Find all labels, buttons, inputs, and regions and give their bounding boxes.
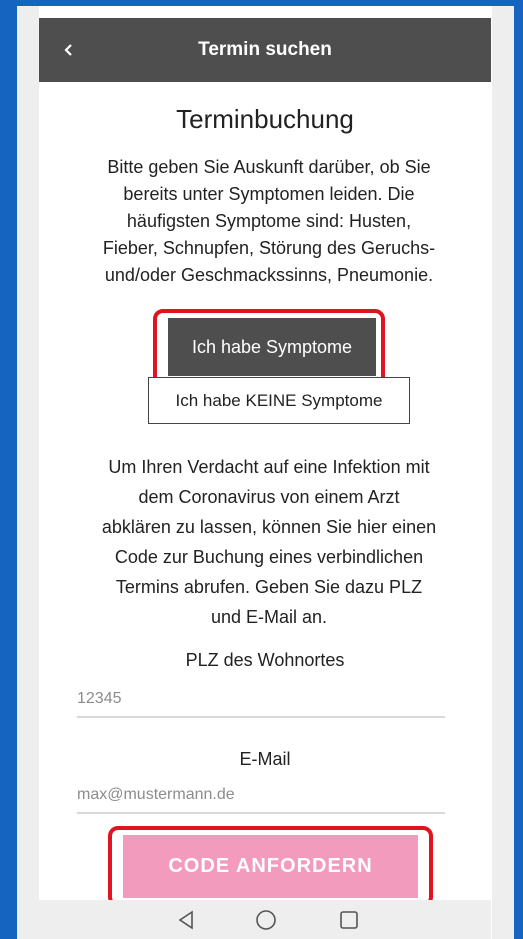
triangle-back-icon xyxy=(178,910,193,930)
intro-line: bereits unter Symptomen leiden. Die xyxy=(123,184,415,204)
explain-line: dem Coronavirus von einem Arzt xyxy=(138,487,400,507)
page-title: Termin suchen xyxy=(198,39,332,60)
right-gutter xyxy=(492,6,514,939)
square-recents-icon xyxy=(340,911,358,929)
nav-home-button[interactable] xyxy=(251,906,281,934)
explain-line: abklären zu lassen, können Sie hier eine… xyxy=(101,517,437,537)
explain-line: Um Ihren Verdacht auf eine Infektion mit xyxy=(108,457,430,477)
intro-line: und/oder Geschmackssinns, Pneumonie. xyxy=(104,265,434,285)
explain-line: Termins abrufen. Geben Sie dazu PLZ xyxy=(115,577,423,597)
device-frame: Termin suchen Terminbuchung Bitte geben … xyxy=(17,6,514,939)
intro-text: Bitte geben Sie Auskunft darüber, ob Sie… xyxy=(67,154,471,289)
plz-field[interactable] xyxy=(77,682,445,718)
intro-line: Bitte geben Sie Auskunft darüber, ob Sie xyxy=(107,157,431,177)
plz-label: PLZ des Wohnortes xyxy=(185,650,345,670)
explanation-text: Um Ihren Verdacht auf eine Infektion mit… xyxy=(61,452,477,632)
system-nav-bar xyxy=(39,900,491,939)
request-code-button[interactable]: CODE ANFORDERN xyxy=(123,835,418,898)
app-bar: Termin suchen xyxy=(39,18,491,82)
booking-heading: Terminbuchung xyxy=(176,104,354,134)
nav-back-button[interactable] xyxy=(171,906,201,934)
explain-line: und E-Mail an. xyxy=(210,607,328,627)
no-symptoms-button[interactable]: Ich habe KEINE Symptome xyxy=(148,377,410,424)
left-gutter xyxy=(17,6,39,939)
email-field[interactable] xyxy=(77,778,445,814)
nav-recents-button[interactable] xyxy=(334,906,364,934)
circle-home-icon xyxy=(256,910,276,930)
explain-line: Code zur Buchung eines verbindlichen xyxy=(114,547,424,567)
email-label: E-Mail xyxy=(239,749,291,769)
has-symptoms-button[interactable]: Ich habe Symptome xyxy=(168,318,376,376)
intro-line: Fieber, Schnupfen, Störung des Geruchs- xyxy=(102,238,436,258)
intro-line: häufigsten Symptome sind: Husten, xyxy=(126,211,412,231)
